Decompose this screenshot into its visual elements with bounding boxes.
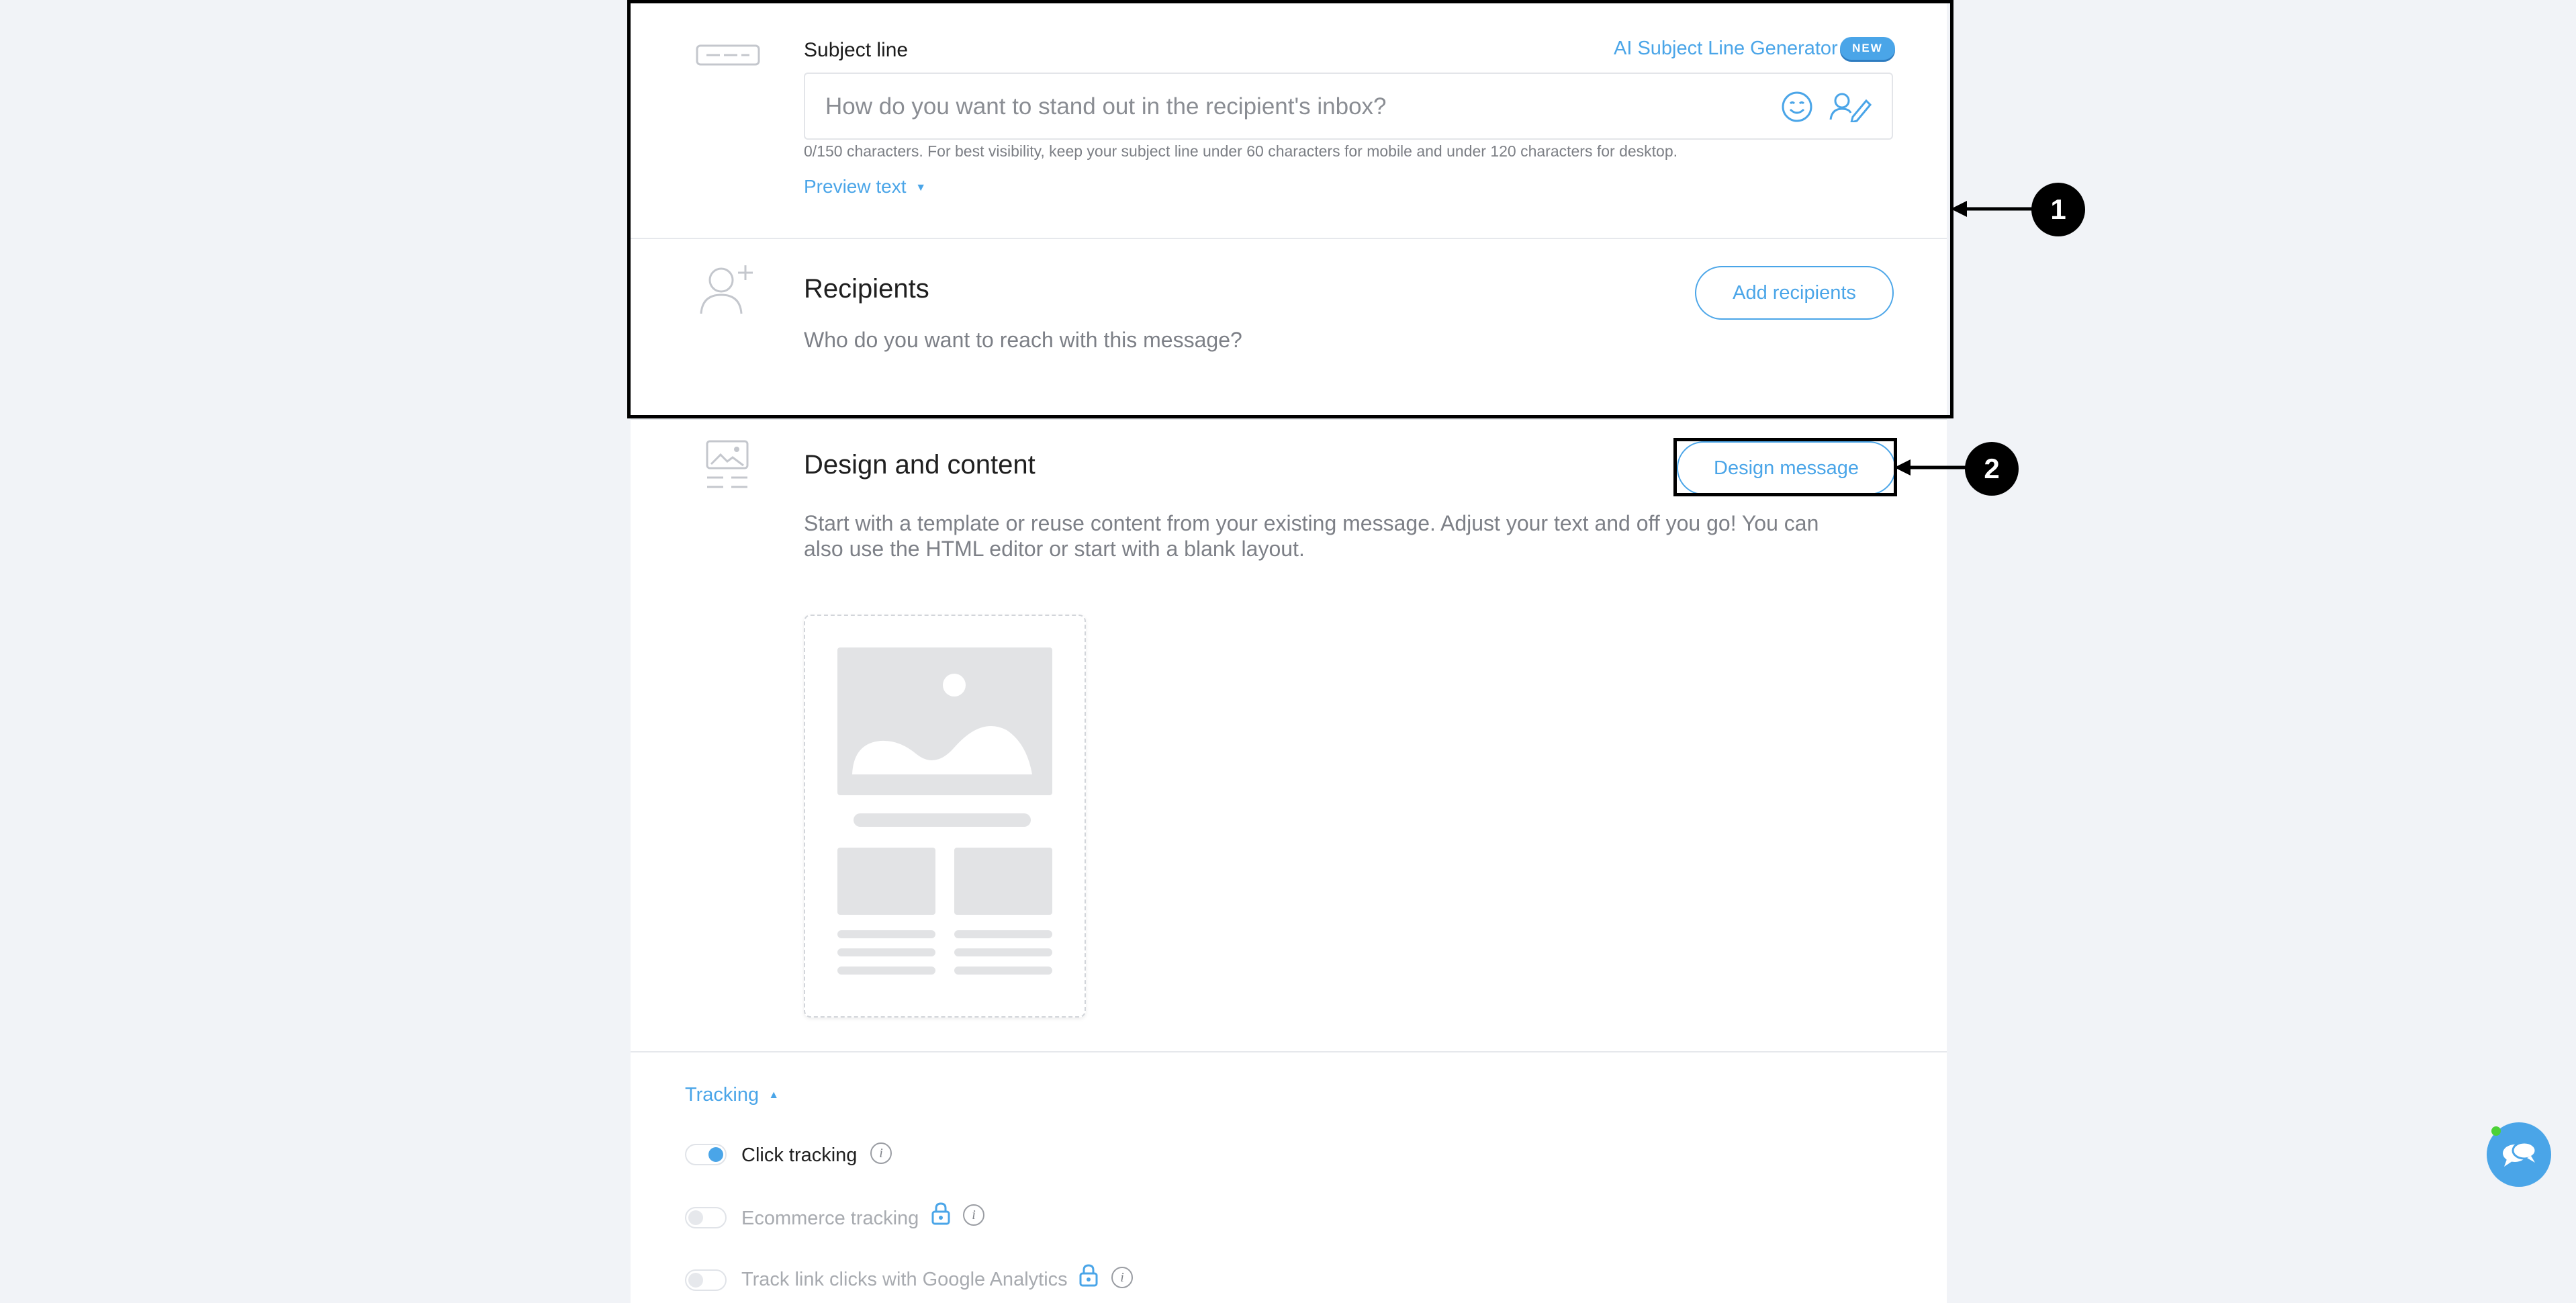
callout-1-badge: 1 [2031, 183, 2085, 236]
ecommerce-tracking-label: Ecommerce tracking [741, 1208, 919, 1229]
callout-1-box [627, 0, 1953, 418]
design-description: Start with a template or reuse content f… [804, 510, 1912, 561]
online-status-dot [2491, 1126, 2501, 1136]
design-layout-icon [706, 440, 749, 494]
design-title: Design and content [804, 450, 1036, 480]
tracking-toggle[interactable]: Tracking ▲ [685, 1084, 779, 1106]
design-description-line-2: also use the HTML editor or start with a… [804, 537, 1305, 561]
lock-icon [931, 1202, 951, 1228]
click-tracking-label: Click tracking [741, 1144, 858, 1166]
callout-2-badge: 2 [1965, 442, 2019, 496]
google-analytics-tracking-switch[interactable] [685, 1269, 727, 1291]
click-tracking-switch[interactable] [685, 1144, 727, 1165]
google-analytics-tracking-label: Track link clicks with Google Analytics [741, 1269, 1068, 1290]
callout-1-arrow [1951, 201, 2037, 217]
divider [631, 418, 1947, 420]
ecommerce-tracking-switch[interactable] [685, 1207, 727, 1228]
info-icon[interactable]: i [963, 1204, 984, 1226]
callout-2-box [1673, 438, 1897, 496]
lock-icon [1078, 1264, 1099, 1290]
template-placeholder-illustration [837, 647, 1052, 975]
template-preview-card[interactable] [804, 615, 1086, 1018]
divider [631, 1051, 1947, 1052]
caret-up-icon: ▲ [768, 1089, 780, 1102]
design-description-line-1: Start with a template or reuse content f… [804, 511, 1819, 535]
tracking-label: Tracking [685, 1084, 760, 1106]
info-icon[interactable]: i [870, 1142, 892, 1164]
info-icon[interactable]: i [1111, 1267, 1133, 1288]
